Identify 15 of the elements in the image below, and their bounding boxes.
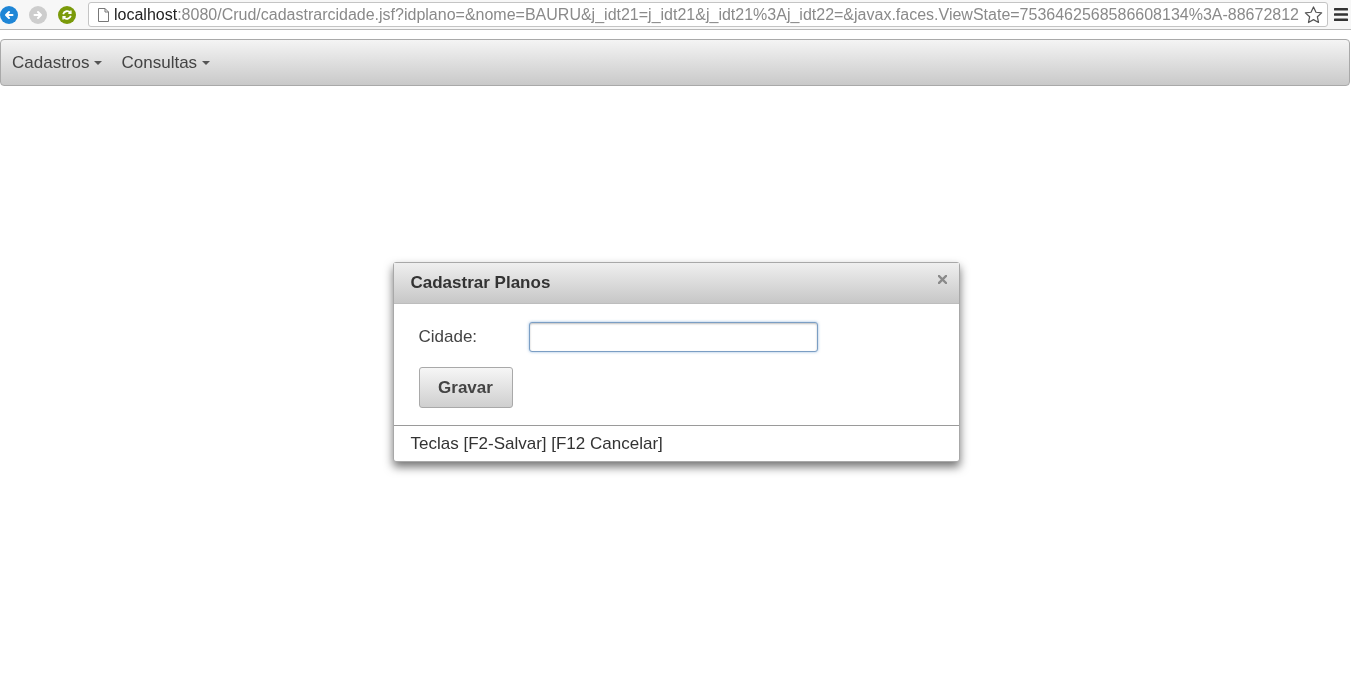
dialog-title: Cadastrar Planos xyxy=(410,273,551,293)
menu-dropdown[interactable]: Consultas xyxy=(110,40,219,85)
shortcut-hint: Teclas [F2-Salvar] [F12 Cancelar] xyxy=(410,433,663,454)
caret-icon xyxy=(202,60,211,65)
field-label: Cidade: xyxy=(418,327,479,347)
input-field[interactable] xyxy=(528,322,818,352)
menu-icon[interactable] xyxy=(1334,8,1348,21)
save-button[interactable]: Gravar xyxy=(418,367,513,408)
close-icon[interactable] xyxy=(937,275,947,284)
star-icon[interactable] xyxy=(1304,5,1323,24)
menu-dropdown[interactable]: Cadastros xyxy=(1,40,111,85)
page-icon xyxy=(98,7,109,22)
reload-icon[interactable] xyxy=(58,5,76,24)
caret-icon xyxy=(94,60,103,65)
address-field[interactable]: localhost:8080/Crud/cadastrarcidade.jsf?idplano=&nome=BAURU&j_idt21=j_idt21&j_idt21%3Aj_idt22=&javax.faces.ViewState=7536462568586608134%3A-88672812 xyxy=(88,2,1328,27)
